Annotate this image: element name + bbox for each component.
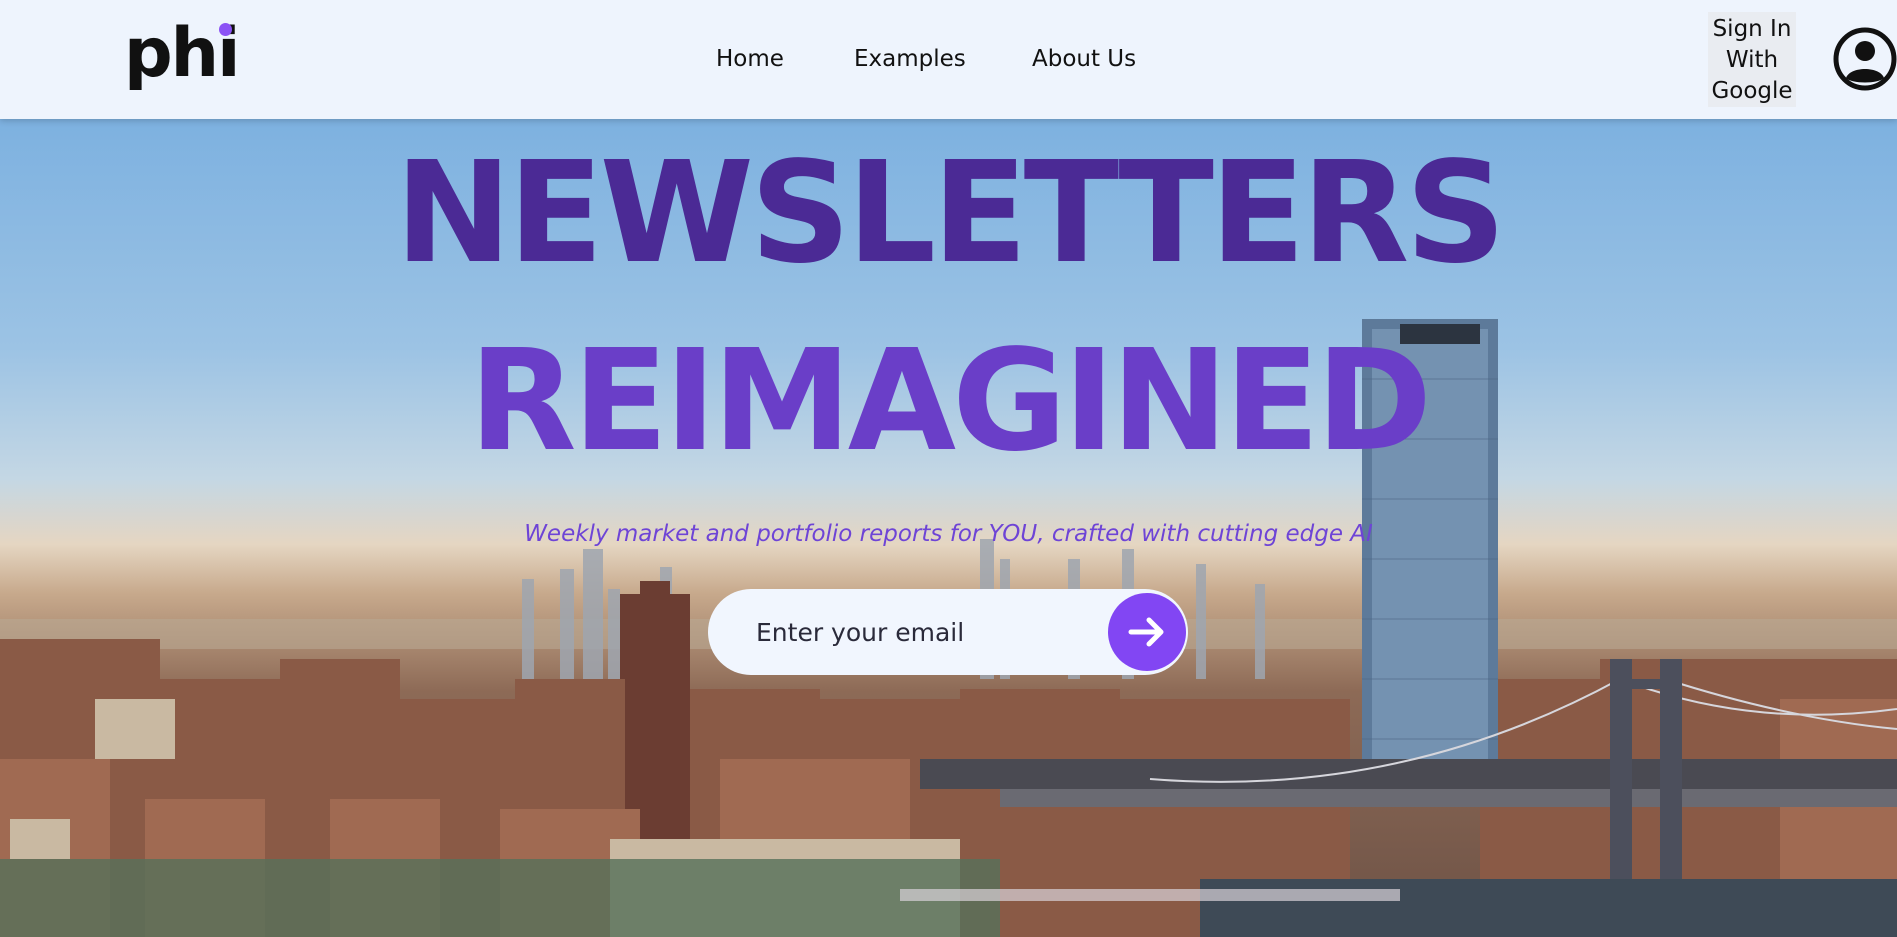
hero-headline-line-1: NEWSLETTERS (394, 132, 1506, 295)
nav-about-link[interactable]: About Us (1032, 46, 1136, 72)
sign-in-label-line-2: With (1725, 47, 1779, 73)
logo-dot-icon (219, 23, 232, 36)
sign-in-label-line-3: Google (1711, 78, 1793, 104)
nav-home-link[interactable]: Home (716, 46, 784, 72)
hero-headline-line-2: REIMAGINED (468, 320, 1432, 483)
email-input[interactable] (756, 607, 1096, 657)
sign-in-label-line-1: Sign In (1712, 16, 1792, 42)
user-circle-icon[interactable] (1833, 27, 1897, 91)
hero-tagline: Weekly market and portfolio reports for … (524, 521, 1373, 547)
site-header: phi Home Examples About Us Sign In With … (0, 0, 1897, 119)
hero-section: NEWSLETTERS REIMAGINED Weekly market and… (0, 119, 1897, 937)
sign-in-with-google-button[interactable]: Sign In With Google (1708, 12, 1796, 107)
arrow-right-icon (1128, 617, 1164, 647)
nav-examples-link[interactable]: Examples (854, 46, 966, 72)
submit-email-button[interactable] (1108, 593, 1186, 671)
email-signup-form (708, 589, 1188, 675)
main-nav: Home Examples About Us (0, 46, 1897, 76)
